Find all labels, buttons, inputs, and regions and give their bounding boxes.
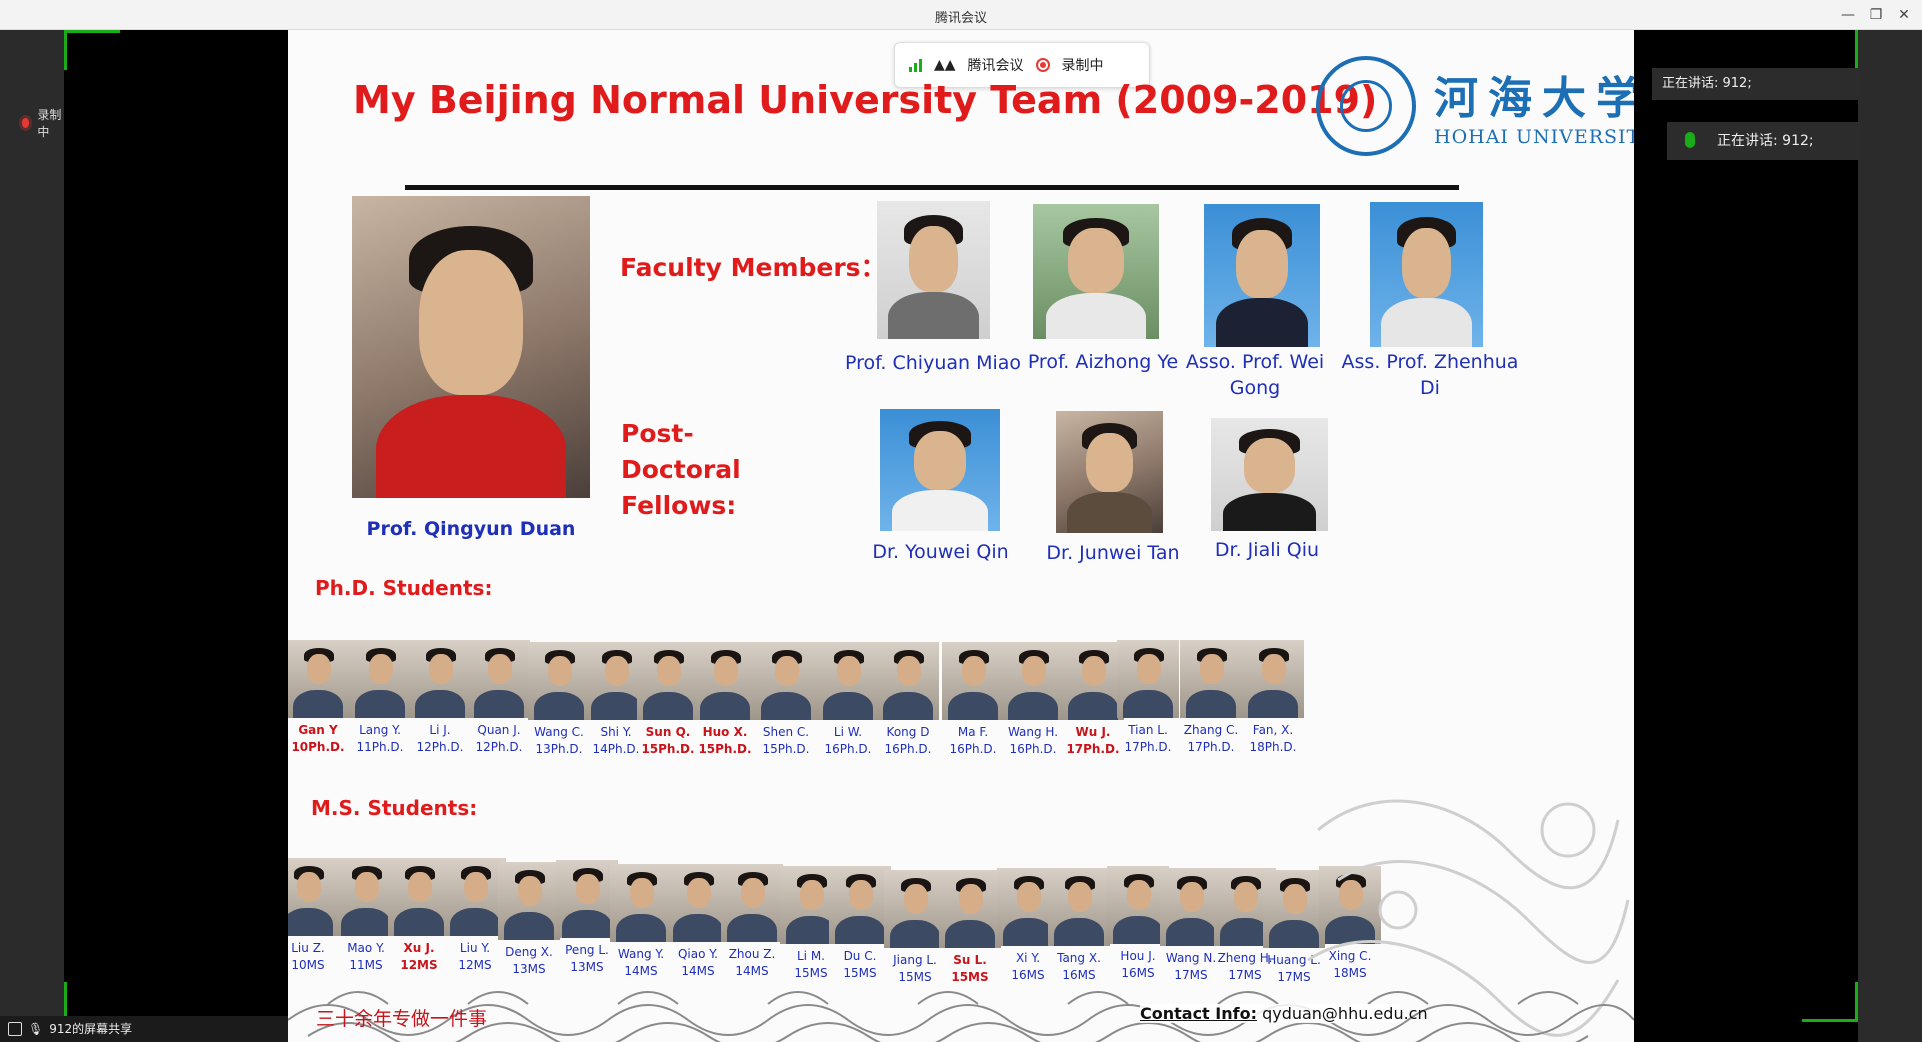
postdoc-photo (880, 409, 1000, 531)
postdoc-name: Dr. Junwei Tan (1046, 542, 1180, 564)
waves-decoration (288, 991, 1634, 1042)
minimize-button[interactable]: — (1834, 4, 1862, 26)
leader-photo (352, 196, 590, 498)
title-divider (405, 185, 1459, 190)
leader-name: Prof. Qingyun Duan (366, 518, 576, 540)
network-signal-icon (909, 58, 922, 72)
right-video-area (1634, 30, 1858, 1042)
faculty-name: Prof. Chiyuan Miao (844, 352, 1022, 374)
postdoc-name: Dr. Jiali Qiu (1214, 539, 1320, 561)
student-card: Huo X. 15Ph.D. (690, 642, 760, 758)
student-photo (349, 640, 411, 718)
postdoc-photo (1056, 411, 1163, 533)
meeting-app-label: 腾讯会议 (967, 58, 1024, 74)
contact-info: Contact Info: qyduan@hhu.edu.cn (1140, 1004, 1428, 1023)
screen-share-icon (8, 1022, 22, 1036)
student-photo (755, 642, 817, 720)
student-photo (409, 640, 471, 718)
record-icon (22, 118, 30, 128)
student-card: Zhang C. 17Ph.D. (1176, 640, 1246, 756)
recording-icon (1035, 58, 1050, 72)
postdoc-heading: Post-Doctoral Fellows: (621, 419, 741, 520)
student-card: Kong D 16Ph.D. (873, 642, 943, 758)
active-frame-corner (64, 30, 120, 33)
recording-status-label[interactable]: 录制中 (1062, 55, 1104, 75)
student-photo (1117, 640, 1179, 718)
faculty-heading: Faculty Members： (620, 253, 886, 282)
student-photo (1242, 640, 1304, 718)
faculty-name: Ass. Prof. Zhenhua Di (1341, 351, 1519, 399)
active-frame-corner (1802, 1019, 1858, 1022)
restore-button[interactable]: ❐ (1862, 4, 1890, 26)
student-degree: 17Ph.D. (1124, 740, 1172, 754)
university-seal-icon (1316, 56, 1416, 156)
student-photo (877, 642, 939, 720)
shared-slide: ▲▲ 腾讯会议 录制中 My Beijing Normal University… (288, 30, 1634, 1042)
phd-heading: Ph.D. Students: (315, 576, 493, 600)
contact-label: Contact Info: (1140, 1004, 1257, 1023)
share-label: 912的屏幕共享 (49, 1022, 133, 1036)
active-frame-corner (64, 30, 67, 70)
ms-heading: M.S. Students: (311, 796, 478, 820)
speaker-indicator: 正在讲话: 912; (1652, 68, 1860, 100)
student-photo (721, 864, 783, 942)
contact-email: qyduan@hhu.edu.cn (1262, 1004, 1428, 1023)
student-name: Huo X. (702, 725, 748, 739)
tencent-meeting-logo-icon: ▲▲ (934, 57, 956, 73)
slide-slogan: 三十余年专做一件事 (316, 1008, 488, 1030)
student-photo (1002, 642, 1064, 720)
faculty-photo (1204, 204, 1320, 347)
slide-title: My Beijing Normal University Team (2009-… (353, 78, 1378, 122)
recording-label: 录制中 (37, 108, 62, 139)
left-video-area (64, 30, 288, 1042)
student-name: Kong D (886, 725, 930, 739)
student-degree: 15Ph.D. (762, 742, 810, 756)
student-degree: 18Ph.D. (1249, 740, 1297, 754)
logo-chinese-name: 河海大学 (1434, 73, 1634, 124)
student-name: Tian L. (1128, 723, 1168, 737)
faculty-photo (877, 201, 990, 339)
student-card: Shen C. 15Ph.D. (751, 642, 821, 758)
student-card: Fan, X. 18Ph.D. (1238, 640, 1308, 756)
student-name: Zhang C. (1183, 723, 1239, 737)
postdoc-photo (1211, 418, 1328, 531)
student-degree: 15Ph.D. (698, 742, 752, 756)
hohai-university-logo: 河海大学 HOHAI UNIVERSITY (1316, 56, 1634, 166)
student-card: Gan Y 10Ph.D. (288, 640, 353, 756)
student-photo (1048, 868, 1110, 946)
student-photo (694, 642, 756, 720)
student-name: Fan, X. (1252, 723, 1294, 737)
faculty-name: Asso. Prof. Wei Gong (1185, 351, 1325, 399)
right-panel (1858, 30, 1922, 1042)
speaker-text: 正在讲话: 912; (1717, 133, 1814, 149)
window-title: 腾讯会议 (934, 11, 987, 26)
mic-icon: 🎙 (28, 1022, 44, 1036)
student-photo (288, 640, 349, 718)
faculty-name: Prof. Aizhong Ye (1027, 351, 1179, 373)
student-photo (817, 642, 879, 720)
student-degree: 16Ph.D. (884, 742, 932, 756)
student-degree: 17Ph.D. (1187, 740, 1235, 754)
left-panel: 录制中 (0, 30, 95, 1042)
student-photo (498, 862, 560, 940)
faculty-photo (1033, 204, 1159, 339)
recording-indicator[interactable]: 录制中 (22, 106, 64, 140)
student-name: Shen C. (762, 725, 810, 739)
microphone-icon (1685, 132, 1695, 148)
share-status-bar: 🎙 912的屏幕共享 (0, 1016, 288, 1042)
logo-english-name: HOHAI UNIVERSITY (1434, 126, 1634, 148)
student-photo (1180, 640, 1242, 718)
faculty-photo (1370, 202, 1483, 347)
close-button[interactable]: ✕ (1890, 4, 1918, 26)
student-photo (942, 642, 1004, 720)
student-card: Tian L. 17Ph.D. (1113, 640, 1183, 756)
student-photo (468, 640, 530, 718)
student-name: Gan Y (298, 723, 338, 737)
speaker-indicator-detail: 正在讲话: 912; (1667, 122, 1859, 160)
student-degree: 10Ph.D. (291, 740, 345, 754)
postdoc-name: Dr. Youwei Qin (872, 541, 1009, 563)
window-titlebar: 腾讯会议 — ❐ ✕ (0, 0, 1922, 30)
student-photo (939, 870, 1001, 948)
